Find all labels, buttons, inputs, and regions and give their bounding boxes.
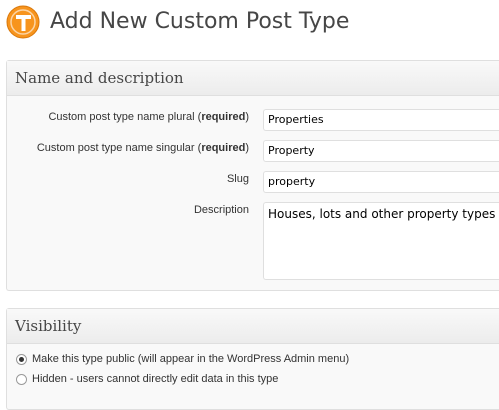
hidden-option-label: Hidden - users cannot directly edit data… [32, 373, 279, 385]
public-option-label: Make this type public (will appear in th… [32, 353, 350, 365]
plural-name-label: Custom post type name plural (required) [48, 111, 249, 123]
plural-name-input[interactable]: Properties [263, 109, 499, 131]
singular-name-input[interactable]: Property [263, 140, 499, 162]
public-radio[interactable] [16, 353, 27, 365]
description-textarea[interactable]: Houses, lots and other property types [263, 202, 499, 280]
visibility-hidden-option[interactable]: Hidden - users cannot directly edit data… [16, 373, 278, 385]
slug-label: Slug [226, 173, 249, 185]
description-label: Description [193, 204, 249, 216]
types-logo-icon [6, 5, 40, 39]
singular-name-label: Custom post type name singular (required… [36, 142, 249, 154]
slug-input[interactable]: property [263, 171, 499, 193]
visibility-public-option[interactable]: Make this type public (will appear in th… [16, 353, 349, 365]
visibility-heading: Visibility [7, 309, 499, 344]
name-description-heading: Name and description [7, 61, 499, 96]
page-title: Add New Custom Post Type [50, 9, 350, 34]
hidden-radio[interactable] [16, 373, 27, 385]
